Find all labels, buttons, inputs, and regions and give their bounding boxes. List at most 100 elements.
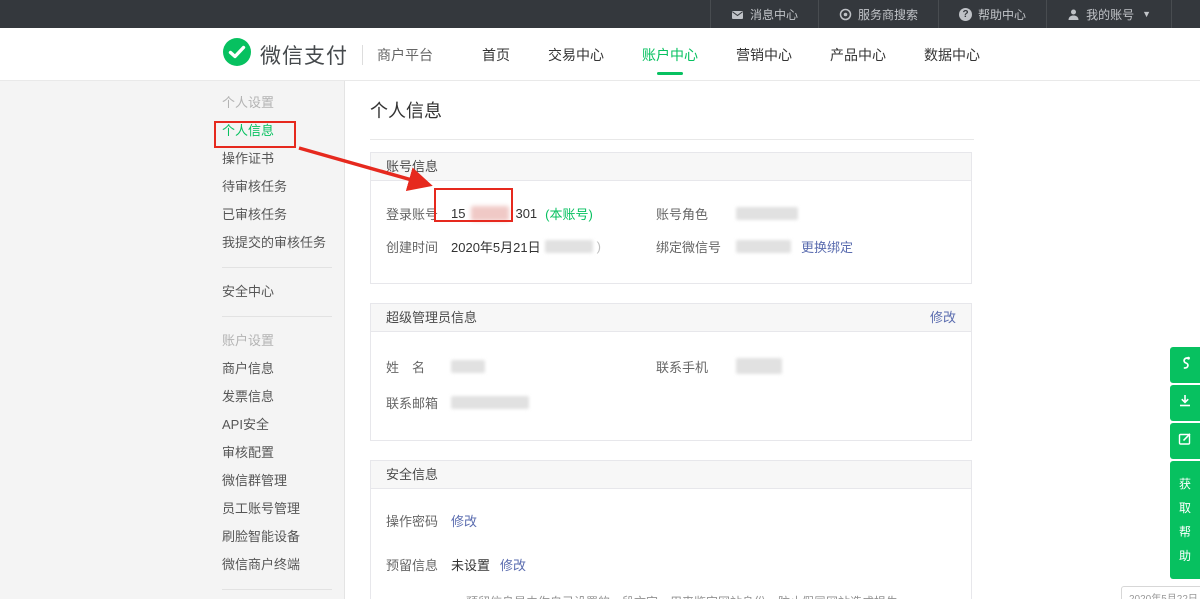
service-provider-search-label: 服务商搜索 — [858, 6, 918, 23]
reserved-info-modify-link[interactable]: 修改 — [500, 555, 526, 574]
edit-icon — [1177, 431, 1193, 452]
account-info-section: 账号信息 登录账号 15301 (本账号) 账号角色 — [370, 152, 972, 284]
sidebar-item-face-smart-device[interactable]: 刷脸智能设备 — [222, 523, 344, 551]
message-center-item[interactable]: 消息中心 — [710, 0, 818, 28]
redacted-account-role — [736, 207, 798, 220]
help-center-label: 帮助中心 — [978, 6, 1026, 23]
operation-password-modify-link[interactable]: 修改 — [451, 511, 477, 530]
redacted-contact-phone — [736, 358, 782, 374]
sidebar-item-security-center[interactable]: 安全中心 — [222, 278, 344, 306]
sidebar-item-api-security[interactable]: API安全 — [222, 411, 344, 439]
security-info-section: 安全信息 操作密码 修改 预留信息 未设置 修改 预留信息是由你自己设置的一段文… — [370, 460, 972, 599]
my-account-item[interactable]: 我的账号 ▼ — [1046, 0, 1172, 28]
sidebar-divider — [222, 589, 332, 590]
redacted-bound-wechat — [736, 240, 791, 253]
reserved-desc-line1: 预留信息是由你自己设置的一段文字，用来鉴定网站身份，防止假冒网站造成损失。 — [466, 593, 971, 599]
brand-block[interactable]: 微信支付 商户平台 — [222, 28, 433, 81]
super-admin-header: 超级管理员信息 修改 — [371, 304, 971, 332]
nav-data-center[interactable]: 数据中心 — [922, 27, 982, 83]
chevron-down-icon: ▼ — [1142, 9, 1151, 19]
sidebar: 个人设置 个人信息 操作证书 待审核任务 已审核任务 我提交的审核任务 安全中心… — [0, 81, 344, 590]
service-provider-search-item[interactable]: 服务商搜索 — [818, 0, 938, 28]
account-info-title: 账号信息 — [386, 153, 438, 180]
contact-email-label: 联系邮箱 — [386, 393, 451, 412]
download-icon — [1177, 393, 1193, 414]
reserved-info-label: 预留信息 — [386, 555, 451, 574]
account-role-label: 账号角色 — [656, 204, 736, 223]
created-time-value: 2020年5月21日 ) — [451, 237, 601, 256]
nav-transaction-center[interactable]: 交易中心 — [546, 27, 606, 83]
sidebar-item-review-config[interactable]: 审核配置 — [222, 439, 344, 467]
sidebar-item-operation-certificate[interactable]: 操作证书 — [222, 145, 344, 173]
left-panel: 个人设置 个人信息 操作证书 待审核任务 已审核任务 我提交的审核任务 安全中心… — [0, 81, 345, 599]
redacted-created-time — [545, 240, 593, 253]
date-chip: 2020年5月22日 — [1121, 586, 1200, 599]
super-admin-modify-link[interactable]: 修改 — [930, 304, 956, 331]
admin-name-label: 姓 名 — [386, 357, 451, 376]
contact-phone-label: 联系手机 — [656, 357, 736, 376]
security-info-title: 安全信息 — [386, 461, 438, 488]
sidebar-item-personal-info[interactable]: 个人信息 — [222, 117, 344, 145]
sidebar-divider — [222, 316, 332, 317]
title-divider — [370, 139, 974, 140]
rebind-link[interactable]: 更换绑定 — [801, 237, 853, 256]
this-account-tag: (本账号) — [545, 204, 593, 223]
nav-home[interactable]: 首页 — [480, 27, 512, 83]
brand-divider — [362, 45, 363, 65]
security-info-header: 安全信息 — [371, 461, 971, 489]
super-admin-section: 超级管理员信息 修改 姓 名 联系手机 — [370, 303, 972, 441]
wechat-pay-logo-icon — [222, 37, 252, 72]
reserved-info-status: 未设置 — [451, 555, 490, 574]
super-admin-title: 超级管理员信息 — [386, 304, 477, 331]
sidebar-divider — [222, 267, 332, 268]
nav-product-center[interactable]: 产品中心 — [828, 27, 888, 83]
primary-nav: 首页 交易中心 账户中心 营销中心 产品中心 数据中心 — [480, 28, 982, 81]
page: 消息中心 服务商搜索 ? 帮助中心 我的账号 ▼ 微信支付 商户 — [0, 0, 1200, 599]
portal-name: 商户平台 — [377, 45, 433, 65]
user-icon — [1067, 8, 1080, 21]
reserved-info-description: 预留信息是由你自己设置的一段文字，用来鉴定网站身份，防止假冒网站造成损失。 配置… — [466, 593, 971, 599]
login-account-value: 15301 (本账号) — [451, 204, 593, 223]
sidebar-item-wechat-group-mgmt[interactable]: 微信群管理 — [222, 467, 344, 495]
search-icon — [839, 8, 852, 21]
redacted-contact-email — [451, 396, 529, 409]
sidebar-item-reviewed-tasks[interactable]: 已审核任务 — [222, 201, 344, 229]
hotline-button[interactable] — [1170, 347, 1200, 383]
super-admin-body: 姓 名 联系手机 联系邮箱 — [371, 332, 971, 440]
main-content: 个人信息 账号信息 登录账号 15301 (本账号) — [346, 81, 1200, 599]
feedback-button[interactable] — [1170, 423, 1200, 459]
created-time-label: 创建时间 — [386, 237, 451, 256]
redacted-admin-name — [451, 360, 485, 373]
nav-account-center[interactable]: 账户中心 — [640, 27, 700, 83]
body-wrap: 个人设置 个人信息 操作证书 待审核任务 已审核任务 我提交的审核任务 安全中心… — [0, 81, 1200, 599]
my-account-label: 我的账号 — [1086, 6, 1134, 23]
sidebar-item-merchant-info[interactable]: 商户信息 — [222, 355, 344, 383]
account-info-header: 账号信息 — [371, 153, 971, 181]
brand-name: 微信支付 — [260, 40, 348, 70]
redacted-login-middle — [471, 206, 509, 221]
security-info-body: 操作密码 修改 预留信息 未设置 修改 预留信息是由你自己设置的一段文字，用来鉴… — [371, 489, 971, 599]
operation-password-label: 操作密码 — [386, 511, 451, 530]
sidebar-item-pending-review-tasks[interactable]: 待审核任务 — [222, 173, 344, 201]
bound-wechat-label: 绑定微信号 — [656, 237, 736, 256]
download-button[interactable] — [1170, 385, 1200, 421]
account-info-body: 登录账号 15301 (本账号) 账号角色 — [371, 181, 971, 283]
nav-marketing-center[interactable]: 营销中心 — [734, 27, 794, 83]
sidebar-item-wechat-merchant-terminal[interactable]: 微信商户终端 — [222, 551, 344, 579]
page-title: 个人信息 — [370, 97, 1200, 123]
floating-help-bar: 获取帮助 — [1170, 347, 1200, 579]
mail-icon — [731, 8, 744, 21]
get-help-button[interactable]: 获取帮助 — [1170, 461, 1200, 579]
sidebar-section-personal-settings: 个人设置 — [222, 89, 344, 117]
main-header: 微信支付 商户平台 首页 交易中心 账户中心 营销中心 产品中心 数据中心 — [0, 28, 1200, 81]
help-center-item[interactable]: ? 帮助中心 — [938, 0, 1046, 28]
top-utility-bar: 消息中心 服务商搜索 ? 帮助中心 我的账号 ▼ — [0, 0, 1200, 28]
get-help-label: 获取帮助 — [1178, 472, 1192, 568]
question-icon: ? — [959, 8, 972, 21]
sidebar-item-invoice-info[interactable]: 发票信息 — [222, 383, 344, 411]
sidebar-item-staff-account-mgmt[interactable]: 员工账号管理 — [222, 495, 344, 523]
sidebar-item-my-submitted-tasks[interactable]: 我提交的审核任务 — [222, 229, 344, 257]
hotline-icon — [1177, 355, 1193, 376]
message-center-label: 消息中心 — [750, 6, 798, 23]
login-account-label: 登录账号 — [386, 204, 451, 223]
